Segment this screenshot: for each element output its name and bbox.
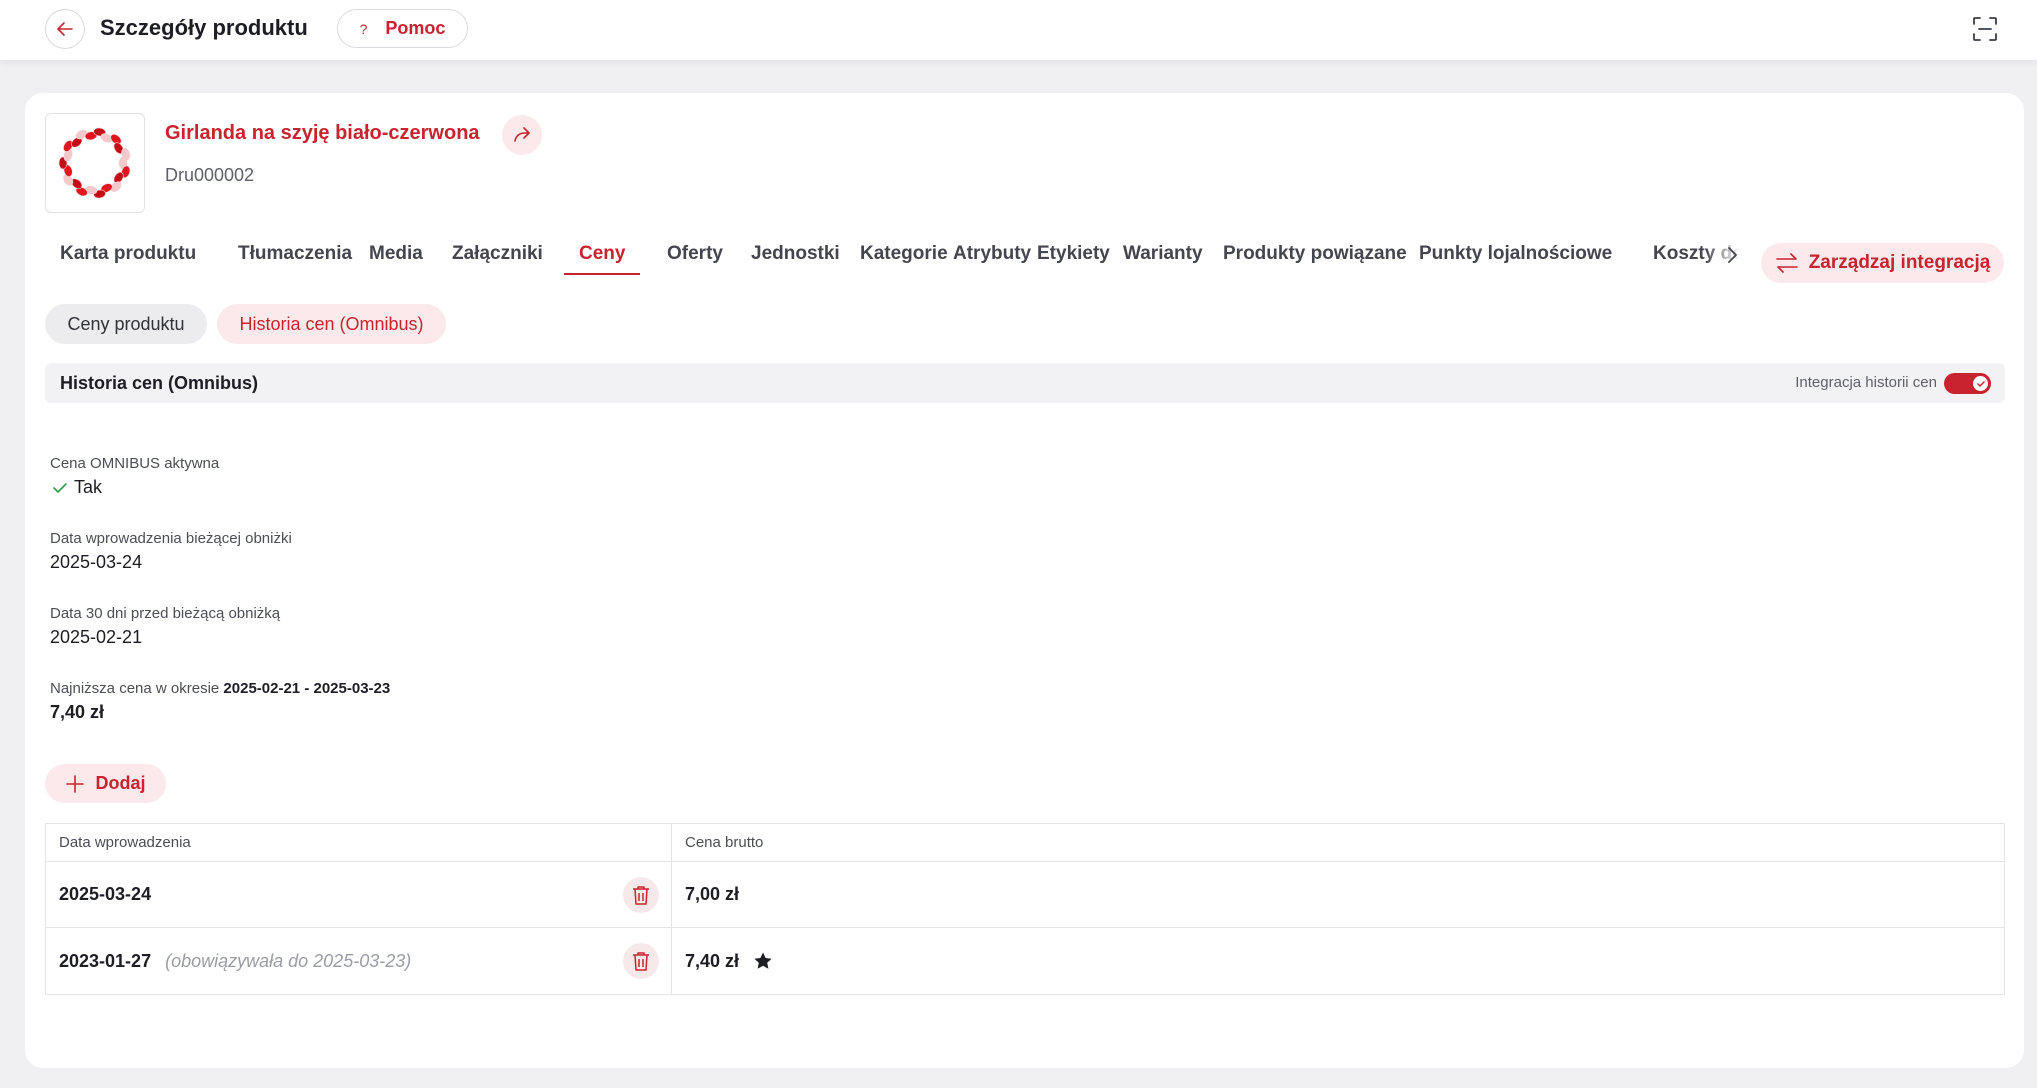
garland-image [58, 127, 131, 199]
top-bar: Szczegóły produktu ? Pomoc [0, 0, 2037, 60]
row-date: 2025-03-24 [59, 884, 152, 904]
product-name: Girlanda na szyję biało-czerwona [165, 122, 480, 144]
row-price: 7,40 zł [685, 950, 740, 971]
row-date-cell: 2025-03-24 [46, 862, 672, 927]
star-icon [754, 952, 772, 969]
lowest-price-star [753, 951, 773, 971]
tab-oferty[interactable]: Oferty [652, 234, 738, 284]
add-button-label: Dodaj [95, 773, 146, 793]
price-history-integration-label: Integracja historii cen [1795, 374, 1937, 391]
omnibus-active-value: Tak [50, 477, 102, 498]
tab-ceny[interactable]: Ceny [564, 234, 641, 284]
back-button[interactable] [45, 9, 85, 49]
trash-icon [633, 952, 649, 971]
price-history-table: Data wprowadzenia Cena brutto 2025-03-24… [45, 823, 2005, 995]
delete-row-button[interactable] [623, 877, 659, 913]
product-card: Girlanda na szyję biało-czerwona Dru0000… [25, 93, 2024, 1068]
manage-integration-label: Zarządzaj integracją [1808, 252, 1991, 273]
tabs-scroll-right-button[interactable] [1722, 243, 1742, 267]
lowest-price-period-to: 2025-03-23 [313, 680, 391, 697]
table-header-row: Data wprowadzenia Cena brutto [46, 824, 2004, 862]
check-icon [53, 483, 67, 494]
plus-icon [66, 774, 85, 793]
add-button[interactable]: Dodaj [45, 764, 166, 803]
question-icon: ? [359, 20, 368, 37]
check-icon [1976, 380, 1985, 387]
tab-produkty-powiazane[interactable]: Produkty powiązane [1208, 234, 1422, 284]
tab-zalaczniki[interactable]: Załączniki [437, 234, 558, 284]
row-price-cell: 7,00 zł [672, 862, 2004, 927]
share-button[interactable] [502, 115, 542, 155]
omnibus-active-label: Cena OMNIBUS aktywna [50, 455, 220, 472]
swap-arrows-icon [1775, 253, 1798, 273]
lowest-price-label: Najniższa cena w okresie 2025-02-21 - 20… [50, 680, 390, 697]
column-header-gross-price: Cena brutto [685, 834, 764, 851]
section-header: Historia cen (Omnibus) Integracja histor… [45, 363, 2005, 403]
tab-tlumaczenia[interactable]: Tłumaczenia [223, 234, 367, 284]
subtab-ceny-produktu[interactable]: Ceny produktu [45, 304, 207, 344]
column-header-date: Data wprowadzenia [46, 824, 672, 861]
tab-media[interactable]: Media [354, 234, 438, 284]
help-button[interactable]: ? Pomoc [337, 9, 468, 48]
trash-icon [633, 886, 649, 905]
row-date-cell: 2023-01-27 (obowiązywała do 2025-03-23) [46, 928, 672, 994]
help-button-label: Pomoc [385, 18, 446, 38]
manage-integration-button[interactable]: Zarządzaj integracją [1761, 243, 2004, 283]
row-valid-until: (obowiązywała do 2025-03-23) [165, 950, 412, 971]
delete-row-button[interactable] [623, 943, 659, 979]
lowest-price-period-from: 2025-02-21 [223, 680, 301, 697]
chevron-right-icon [1728, 247, 1737, 263]
date-30-days-label: Data 30 dni przed bieżącą obniżką [50, 605, 281, 622]
table-row: 2025-03-24 7,00 zł [46, 862, 2004, 928]
toggle-knob [1973, 376, 1988, 391]
row-date: 2023-01-27 [59, 950, 152, 971]
omnibus-active-text: Tak [74, 477, 103, 497]
lowest-price-label-text: Najniższa cena w okresie [50, 680, 220, 697]
price-history-integration-toggle[interactable] [1944, 373, 1991, 394]
row-price-cell: 7,40 zł [672, 928, 2004, 994]
date-30-days-value: 2025-02-21 [50, 627, 143, 647]
fullscreen-button[interactable] [1970, 14, 2000, 44]
tab-bar: Karta produktu Tłumaczenia Media Załączn… [45, 234, 1755, 284]
subtab-historia-cen[interactable]: Historia cen (Omnibus) [217, 304, 446, 344]
product-code: Dru000002 [165, 165, 255, 185]
section-title: Historia cen (Omnibus) [60, 373, 259, 393]
tab-warianty[interactable]: Warianty [1108, 234, 1218, 284]
current-discount-date-label: Data wprowadzenia bieżącej obniżki [50, 530, 292, 547]
tab-punkty-lojalnosciowe[interactable]: Punkty lojalnościowe [1404, 234, 1627, 284]
lowest-price-value: 7,40 zł [50, 702, 105, 722]
arrow-left-icon [57, 22, 73, 36]
lowest-price-period-separator: - [304, 680, 310, 697]
tab-jednostki[interactable]: Jednostki [736, 234, 855, 284]
row-price: 7,00 zł [685, 884, 740, 904]
tab-karta-produktu[interactable]: Karta produktu [45, 234, 211, 284]
table-row: 2023-01-27 (obowiązywała do 2025-03-23) … [46, 928, 2004, 994]
current-discount-date-value: 2025-03-24 [50, 552, 143, 572]
fullscreen-icon [1973, 17, 1997, 41]
product-thumbnail [45, 113, 145, 213]
page-title: Szczegóły produktu [100, 15, 308, 40]
share-icon [514, 127, 530, 142]
